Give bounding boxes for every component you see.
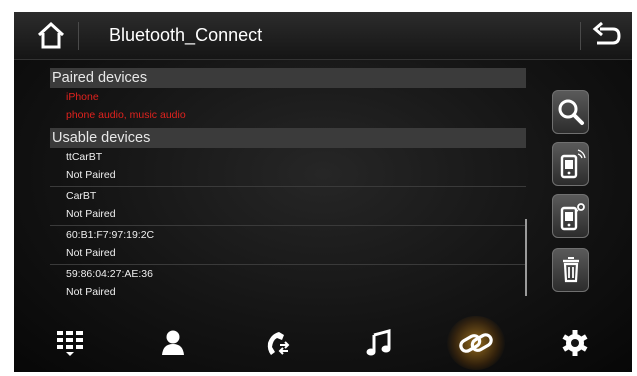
device-status: phone audio, music audio (66, 109, 186, 121)
phone-connect-button[interactable] (552, 142, 589, 186)
keypad-icon (57, 331, 83, 356)
device-name: ttCarBT (66, 151, 103, 163)
settings-button[interactable] (550, 320, 600, 366)
back-button[interactable] (589, 20, 623, 52)
device-status: Not Paired (66, 208, 116, 220)
music-button[interactable] (354, 320, 404, 366)
link-button[interactable] (447, 316, 505, 370)
search-icon (558, 99, 584, 125)
music-icon (366, 329, 391, 356)
paired-device-row[interactable]: iPhone phone audio, music audio (50, 88, 526, 127)
header-bar: Bluetooth_Connect (14, 12, 632, 60)
phone-settings-button[interactable] (552, 194, 589, 238)
link-icon (459, 333, 493, 353)
call-log-button[interactable] (251, 320, 301, 366)
home-icon (37, 21, 65, 49)
usable-device-row[interactable]: ttCarBT Not Paired (50, 148, 526, 187)
device-name: 59:86:04:27:AE:36 (66, 268, 153, 280)
header-divider (580, 22, 581, 50)
device-list[interactable]: Paired devices iPhone phone audio, music… (50, 68, 526, 300)
bluetooth-screen: Bluetooth_Connect Paired devices iPhone … (14, 12, 632, 372)
usable-device-row[interactable]: 59:86:04:27:AE:36 Not Paired (50, 265, 526, 304)
back-arrow-icon (592, 21, 621, 45)
keypad-button[interactable] (45, 320, 95, 366)
page-title: Bluetooth_Connect (109, 25, 263, 45)
settings-icon (562, 330, 588, 356)
search-button[interactable] (552, 90, 589, 134)
device-name: CarBT (66, 190, 97, 202)
device-status: Not Paired (66, 247, 116, 259)
call-log-icon (267, 332, 290, 355)
contacts-icon (162, 330, 184, 355)
trash-icon (562, 257, 579, 283)
device-name: iPhone (66, 91, 99, 103)
device-name: 60:B1:F7:97:19:2C (66, 229, 155, 241)
usable-device-row[interactable]: CarBT Not Paired (50, 187, 526, 226)
paired-devices-header: Paired devices (50, 68, 526, 88)
header-divider (78, 22, 79, 50)
phone-connect-icon (560, 149, 586, 179)
list-scrollbar[interactable] (525, 219, 527, 296)
device-status: Not Paired (66, 286, 116, 298)
usable-device-row[interactable]: 60:B1:F7:97:19:2C Not Paired (50, 226, 526, 265)
contacts-button[interactable] (148, 320, 198, 366)
home-button[interactable] (34, 20, 68, 52)
delete-button[interactable] (552, 248, 589, 292)
phone-settings-icon (560, 203, 585, 231)
usable-devices-header: Usable devices (50, 128, 526, 148)
device-status: Not Paired (66, 169, 116, 181)
bottom-nav (14, 312, 632, 372)
